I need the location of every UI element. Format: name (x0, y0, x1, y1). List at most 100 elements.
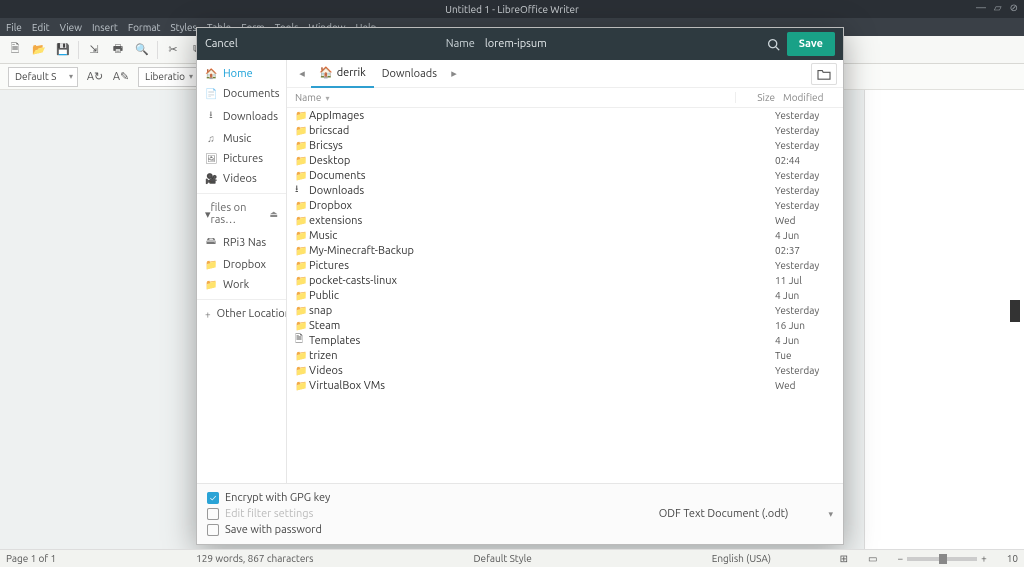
file-row[interactable]: ⭳DownloadsYesterday (287, 183, 843, 198)
file-list[interactable]: 📁AppImagesYesterday📁bricscadYesterday📁Br… (287, 108, 843, 483)
folder-icon: 📁 (295, 275, 309, 287)
folder-icon: 📁 (295, 155, 309, 167)
file-row[interactable]: 📁AppImagesYesterday (287, 108, 843, 123)
zoom-value[interactable]: 10 (1007, 553, 1018, 564)
file-row[interactable]: 📁VirtualBox VMsWed (287, 378, 843, 393)
dialog-footer: ✓ Encrypt with GPG key Edit filter setti… (197, 483, 843, 544)
sidebar-item-documents[interactable]: 📄Documents (197, 84, 286, 104)
folder-icon: 📁 (295, 215, 309, 227)
filename-input[interactable]: lorem-ipsum (485, 38, 547, 50)
app-title: Untitled 1 - LibreOffice Writer (445, 4, 579, 15)
place-icon: ♫ (205, 133, 217, 145)
new-folder-button[interactable] (811, 63, 837, 85)
status-page: Page 1 of 1 (6, 553, 56, 564)
export-pdf-icon[interactable]: ⇲ (85, 41, 103, 59)
nav-fwd-icon[interactable]: ▸ (445, 67, 463, 80)
encrypt-checkbox[interactable]: ✓ Encrypt with GPG key (207, 490, 330, 506)
breadcrumb-downloads[interactable]: Downloads (374, 60, 445, 88)
zoom-slider[interactable]: −+ (897, 553, 986, 564)
menu-file[interactable]: File (6, 22, 22, 33)
menu-format[interactable]: Format (128, 22, 161, 33)
file-row[interactable]: 📁Public4 Jun (287, 288, 843, 303)
minimize-icon[interactable]: — (976, 2, 986, 14)
menu-edit[interactable]: Edit (32, 22, 50, 33)
file-row[interactable]: 📁Steam16 Jun (287, 318, 843, 333)
sidebar-mount-rpi3-nas[interactable]: 🖴RPi3 Nas (197, 230, 286, 255)
drive-icon: 📁 (205, 279, 217, 291)
maximize-icon[interactable]: ▱ (994, 2, 1002, 14)
open-icon[interactable]: 📂 (30, 41, 48, 59)
file-row[interactable]: 📁BricsysYesterday (287, 138, 843, 153)
breadcrumb-derrik[interactable]: 🏠derrik (311, 60, 374, 88)
paragraph-style-combo[interactable]: Default S (8, 67, 78, 87)
cancel-button[interactable]: Cancel (205, 38, 238, 50)
file-row[interactable]: 📁bricscadYesterday (287, 123, 843, 138)
file-row[interactable]: 📁pocket-casts-linux11 Jul (287, 273, 843, 288)
folder-icon: 📁 (295, 290, 309, 302)
menu-view[interactable]: View (60, 22, 82, 33)
folder-icon: 📁 (295, 350, 309, 362)
menu-insert[interactable]: Insert (92, 22, 118, 33)
save-with-password-checkbox[interactable]: Save with password (207, 522, 330, 538)
file-row[interactable]: 📁extensionsWed (287, 213, 843, 228)
drive-icon: 📁 (205, 259, 217, 271)
folder-icon: 🗎 (295, 332, 309, 349)
folder-icon: 📁 (295, 260, 309, 272)
new-doc-icon[interactable]: 🗎 (6, 41, 24, 59)
eject-icon[interactable]: ⏏ (269, 209, 278, 220)
sidebar-other-locations[interactable]: + Other Locations (197, 304, 286, 324)
file-row[interactable]: 📁VideosYesterday (287, 363, 843, 378)
status-wordcount: 129 words, 867 characters (196, 553, 313, 564)
sidebar-item-downloads[interactable]: ⭳Downloads (197, 104, 286, 129)
close-icon[interactable]: ⊘ (1010, 2, 1018, 14)
dialog-header: Cancel Name lorem-ipsum Save (197, 28, 843, 60)
search-icon[interactable] (761, 32, 787, 56)
menu-styles[interactable]: Styles (170, 22, 196, 33)
sidebar-item-pictures[interactable]: 🖼Pictures (197, 149, 286, 169)
separator (157, 41, 158, 59)
save-icon[interactable]: 💾 (54, 41, 72, 59)
nav-back-icon[interactable]: ◂ (293, 67, 311, 80)
file-row[interactable]: 📁Desktop02:44 (287, 153, 843, 168)
file-row[interactable]: 🗎Templates4 Jun (287, 333, 843, 348)
mounts-header[interactable]: ▾ files on ras… ⏏ (197, 198, 286, 230)
file-row[interactable]: 📁PicturesYesterday (287, 258, 843, 273)
place-icon: ⭳ (205, 108, 217, 125)
sidebar-item-videos[interactable]: 🎥Videos (197, 169, 286, 189)
cut-icon[interactable]: ✂ (164, 41, 182, 59)
file-row[interactable]: 📁trizenTue (287, 348, 843, 363)
save-dialog: Cancel Name lorem-ipsum Save 🏠Home📄Docum… (196, 27, 844, 545)
font-name-combo[interactable]: Liberatio (138, 67, 198, 87)
checkbox-icon (207, 524, 219, 536)
chevron-down-icon: ▾ (828, 509, 833, 520)
file-row[interactable]: 📁Music4 Jun (287, 228, 843, 243)
checkbox-icon: ✓ (207, 492, 219, 504)
update-style-icon[interactable]: A↻ (86, 68, 104, 86)
file-row[interactable]: 📁snapYesterday (287, 303, 843, 318)
sidebar-mount-work[interactable]: 📁Work (197, 275, 286, 295)
new-style-icon[interactable]: A✎ (112, 68, 130, 86)
folder-icon: 📁 (295, 245, 309, 257)
path-bar: ◂ 🏠derrikDownloads ▸ (287, 60, 843, 88)
insert-mode-icon[interactable]: ⊞ (840, 553, 848, 565)
print-preview-icon[interactable]: 🔍 (133, 41, 151, 59)
book-view-icon[interactable]: ▭ (868, 553, 877, 565)
separator (78, 41, 79, 59)
folder-icon: 📁 (295, 305, 309, 317)
folder-icon: 📁 (295, 200, 309, 212)
print-icon[interactable]: 🖶 (109, 41, 127, 59)
save-button[interactable]: Save (787, 32, 835, 56)
sidebar-mount-dropbox[interactable]: 📁Dropbox (197, 255, 286, 275)
sidebar-item-home[interactable]: 🏠Home (197, 64, 286, 84)
column-headers[interactable]: Name▾ Size Modified (287, 88, 843, 108)
places-sidebar: 🏠Home📄Documents⭳Downloads♫Music🖼Pictures… (197, 60, 287, 483)
file-row[interactable]: 📁My-Minecraft-Backup02:37 (287, 243, 843, 258)
document-area[interactable] (864, 90, 1024, 549)
status-language[interactable]: English (USA) (712, 553, 771, 564)
status-style: Default Style (474, 553, 532, 564)
file-row[interactable]: 📁DropboxYesterday (287, 198, 843, 213)
file-format-select[interactable]: ODF Text Document (.odt) ▾ (659, 508, 833, 520)
sidebar-item-music[interactable]: ♫Music (197, 129, 286, 149)
file-row[interactable]: 📁DocumentsYesterday (287, 168, 843, 183)
filename-label: Name (446, 38, 475, 50)
